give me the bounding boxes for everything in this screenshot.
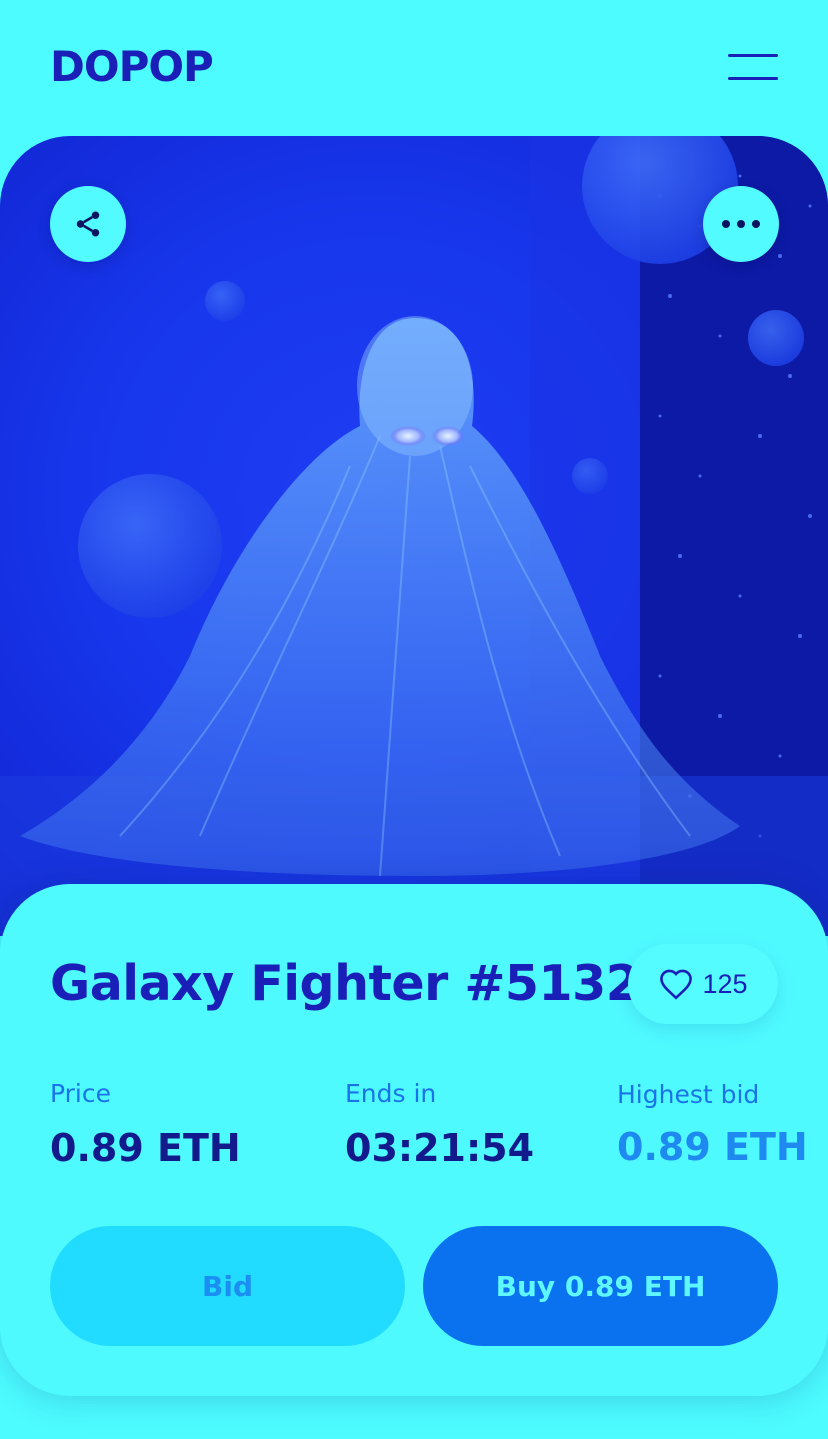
price-label: Price xyxy=(50,1079,111,1108)
share-button[interactable] xyxy=(50,186,126,262)
hamburger-menu-icon[interactable] xyxy=(728,52,778,82)
countdown-timer: 03:21:54 xyxy=(345,1126,535,1170)
bid-button[interactable]: Bid xyxy=(50,1226,405,1346)
like-count: 125 xyxy=(702,968,748,999)
heart-icon xyxy=(660,969,693,1000)
item-title: Galaxy Fighter #5132 xyxy=(50,955,640,1012)
menu-line xyxy=(728,77,778,80)
like-button[interactable]: 125 xyxy=(628,944,778,1024)
header: DOPOP xyxy=(0,0,828,136)
price-value: 0.89 ETH xyxy=(50,1126,241,1170)
logo[interactable]: DOPOP xyxy=(50,44,214,90)
highest-bid-label: Highest bid xyxy=(617,1080,760,1109)
more-icon xyxy=(722,220,760,228)
menu-line xyxy=(728,54,778,57)
share-icon xyxy=(76,211,100,237)
nft-artwork-image xyxy=(0,136,828,936)
highest-bid-value: 0.89 ETH xyxy=(617,1125,808,1169)
ends-in-label: Ends in xyxy=(345,1079,437,1108)
buy-button[interactable]: Buy 0.89 ETH xyxy=(423,1226,778,1346)
more-options-button[interactable] xyxy=(703,186,779,262)
ghost-artwork xyxy=(0,136,828,936)
